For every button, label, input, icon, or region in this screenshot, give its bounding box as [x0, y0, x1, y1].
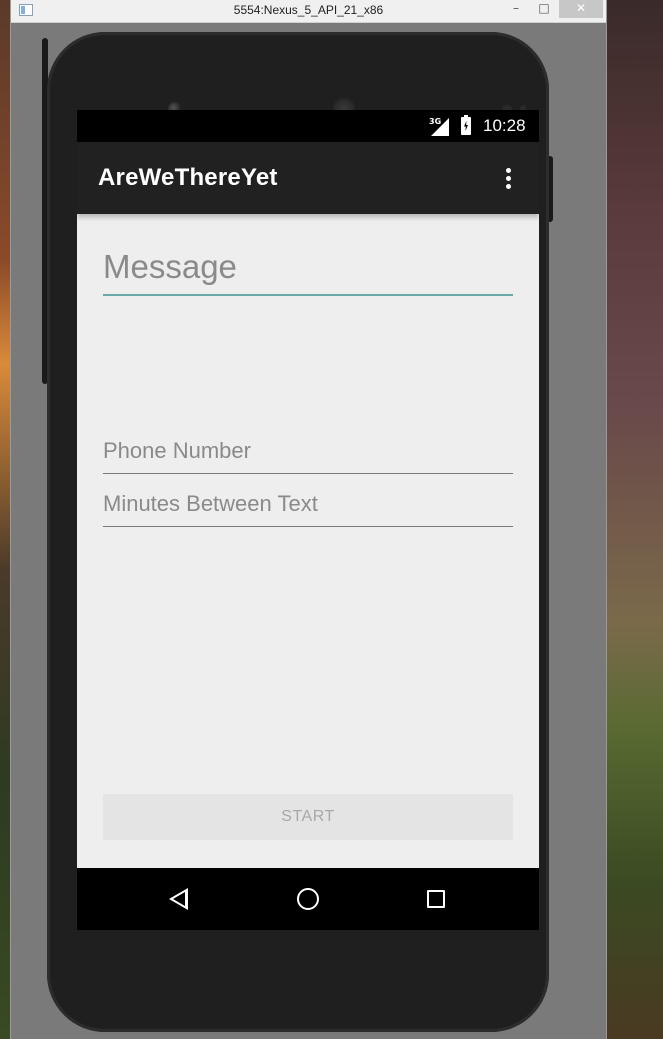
window-titlebar[interactable]: 5554:Nexus_5_API_21_x86 – □ ✕	[11, 0, 606, 23]
overflow-dot	[506, 184, 511, 189]
desktop-wallpaper-right	[607, 0, 663, 1039]
desktop-wallpaper-left	[0, 0, 10, 1039]
more-vert-icon[interactable]	[501, 166, 515, 190]
maximize-button[interactable]: □	[531, 0, 557, 18]
device-screen: 3G 10:28 AreWeThereYet START	[77, 110, 539, 930]
recents-icon[interactable]	[427, 890, 445, 908]
network-type-label: 3G	[429, 117, 442, 126]
back-icon[interactable]	[169, 888, 188, 910]
home-icon[interactable]	[297, 888, 319, 910]
message-input[interactable]	[103, 240, 513, 296]
close-button[interactable]: ✕	[559, 0, 603, 18]
battery-charging-icon	[461, 115, 471, 135]
phone-number-input[interactable]	[103, 428, 513, 474]
overflow-dot	[506, 176, 511, 181]
status-clock: 10:28	[483, 116, 526, 135]
minimize-button[interactable]: –	[503, 0, 529, 18]
overflow-dot	[506, 168, 511, 173]
navigation-bar	[77, 868, 539, 930]
app-toolbar: AreWeThereYet	[77, 142, 539, 214]
status-bar: 3G 10:28	[77, 110, 539, 142]
app-title: AreWeThereYet	[98, 164, 278, 191]
start-button[interactable]: START	[103, 794, 513, 840]
minutes-between-text-input[interactable]	[103, 482, 513, 527]
